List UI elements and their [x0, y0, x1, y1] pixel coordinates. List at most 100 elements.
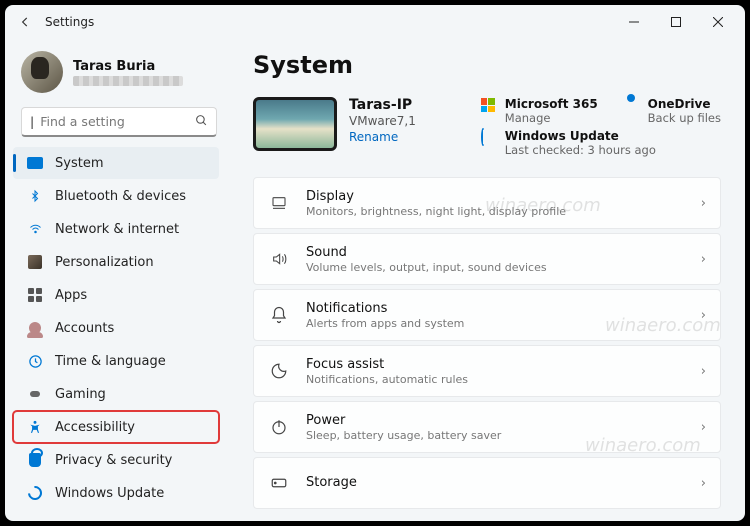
storage-icon	[268, 472, 290, 494]
sidebar-item-windows-update[interactable]: Windows Update	[13, 477, 219, 509]
sidebar-item-label: Personalization	[55, 255, 154, 270]
page-title: System	[253, 51, 721, 79]
network-icon	[27, 221, 43, 237]
sidebar-item-label: System	[55, 156, 103, 171]
sidebar-item-accessibility[interactable]: Accessibility	[13, 411, 219, 443]
card-sub: Alerts from apps and system	[306, 317, 464, 330]
titlebar: Settings	[5, 5, 745, 39]
hero-tile-title: Windows Update	[505, 129, 656, 143]
card-focus-assist[interactable]: Focus assist Notifications, automatic ru…	[253, 345, 721, 397]
main-content: System Taras-IP VMware7,1 Rename Microso…	[229, 39, 745, 521]
sidebar-item-label: Gaming	[55, 387, 106, 402]
card-display[interactable]: Display Monitors, brightness, night ligh…	[253, 177, 721, 229]
privacy-icon	[27, 452, 43, 468]
card-sub: Sleep, battery usage, battery saver	[306, 429, 501, 442]
sidebar: Taras Buria | Find a setting System	[5, 39, 229, 521]
notifications-icon	[268, 304, 290, 326]
card-title: Power	[306, 413, 501, 428]
sidebar-item-label: Apps	[55, 288, 87, 303]
card-title: Focus assist	[306, 357, 468, 372]
system-icon	[27, 155, 43, 171]
card-storage[interactable]: Storage ›	[253, 457, 721, 509]
window-title: Settings	[45, 15, 94, 29]
display-icon	[268, 192, 290, 214]
hero-tile-title: Microsoft 365	[505, 97, 598, 111]
user-name: Taras Buria	[73, 59, 183, 74]
search-icon	[195, 114, 208, 130]
card-sub: Notifications, automatic rules	[306, 373, 468, 386]
window-controls	[613, 8, 739, 36]
hero-tile-sub: Back up files	[648, 111, 721, 125]
sidebar-nav: System Bluetooth & devices Network & int…	[13, 147, 229, 509]
update-icon	[481, 130, 497, 146]
hero-tile-title: OneDrive	[648, 97, 721, 111]
sidebar-item-label: Time & language	[55, 354, 166, 369]
microsoft365-icon	[481, 98, 497, 114]
minimize-button[interactable]	[613, 8, 655, 36]
chevron-right-icon: ›	[701, 252, 706, 267]
gaming-icon	[27, 386, 43, 402]
device-thumbnail	[253, 97, 337, 151]
sidebar-item-time-language[interactable]: Time & language	[13, 345, 219, 377]
card-title: Display	[306, 189, 566, 204]
card-power[interactable]: Power Sleep, battery usage, battery save…	[253, 401, 721, 453]
chevron-right-icon: ›	[701, 420, 706, 435]
onedrive-icon	[624, 98, 640, 114]
focus-assist-icon	[268, 360, 290, 382]
avatar	[21, 51, 63, 93]
sidebar-item-apps[interactable]: Apps	[13, 279, 219, 311]
hero-row: Taras-IP VMware7,1 Rename Microsoft 365 …	[253, 97, 721, 157]
card-notifications[interactable]: Notifications Alerts from apps and syste…	[253, 289, 721, 341]
sidebar-item-gaming[interactable]: Gaming	[13, 378, 219, 410]
hero-tile-onedrive[interactable]: OneDrive Back up files	[624, 97, 721, 125]
sidebar-item-personalization[interactable]: Personalization	[13, 246, 219, 278]
accessibility-icon	[27, 419, 43, 435]
device-name: Taras-IP	[349, 97, 416, 113]
chevron-right-icon: ›	[701, 196, 706, 211]
card-sub: Monitors, brightness, night light, displ…	[306, 205, 566, 218]
card-sound[interactable]: Sound Volume levels, output, input, soun…	[253, 233, 721, 285]
sidebar-item-label: Bluetooth & devices	[55, 189, 186, 204]
sidebar-item-privacy[interactable]: Privacy & security	[13, 444, 219, 476]
sidebar-item-bluetooth[interactable]: Bluetooth & devices	[13, 180, 219, 212]
user-email-redacted	[73, 76, 183, 86]
search-placeholder: Find a setting	[40, 114, 125, 129]
text-cursor-icon: |	[30, 114, 34, 129]
power-icon	[268, 416, 290, 438]
hero-tile-sub: Manage	[505, 111, 598, 125]
sidebar-item-label: Accounts	[55, 321, 114, 336]
device-tile[interactable]: Taras-IP VMware7,1 Rename	[253, 97, 416, 151]
card-title: Sound	[306, 245, 547, 260]
card-title: Notifications	[306, 301, 464, 316]
back-button[interactable]	[11, 8, 39, 36]
sidebar-item-label: Accessibility	[55, 420, 135, 435]
hero-tile-microsoft365[interactable]: Microsoft 365 Manage	[481, 97, 598, 125]
personalization-icon	[27, 254, 43, 270]
card-title: Storage	[306, 475, 357, 490]
sidebar-item-label: Windows Update	[55, 486, 164, 501]
device-model: VMware7,1	[349, 114, 416, 128]
search-input[interactable]: | Find a setting	[21, 107, 217, 137]
maximize-button[interactable]	[655, 8, 697, 36]
user-block[interactable]: Taras Buria	[13, 47, 229, 103]
time-language-icon	[27, 353, 43, 369]
hero-tile-sub: Last checked: 3 hours ago	[505, 143, 656, 157]
chevron-right-icon: ›	[701, 476, 706, 491]
sidebar-item-accounts[interactable]: Accounts	[13, 312, 219, 344]
windows-update-icon	[27, 485, 43, 501]
sidebar-item-label: Network & internet	[55, 222, 179, 237]
close-button[interactable]	[697, 8, 739, 36]
hero-tile-windows-update[interactable]: Windows Update Last checked: 3 hours ago	[481, 129, 721, 157]
bluetooth-icon	[27, 188, 43, 204]
accounts-icon	[27, 320, 43, 336]
apps-icon	[27, 287, 43, 303]
sidebar-item-label: Privacy & security	[55, 453, 172, 468]
sidebar-item-system[interactable]: System	[13, 147, 219, 179]
card-sub: Volume levels, output, input, sound devi…	[306, 261, 547, 274]
sound-icon	[268, 248, 290, 270]
settings-window: Settings Taras Buria | Find a setting	[5, 5, 745, 521]
chevron-right-icon: ›	[701, 308, 706, 323]
sidebar-item-network[interactable]: Network & internet	[13, 213, 219, 245]
rename-link[interactable]: Rename	[349, 130, 416, 144]
chevron-right-icon: ›	[701, 364, 706, 379]
